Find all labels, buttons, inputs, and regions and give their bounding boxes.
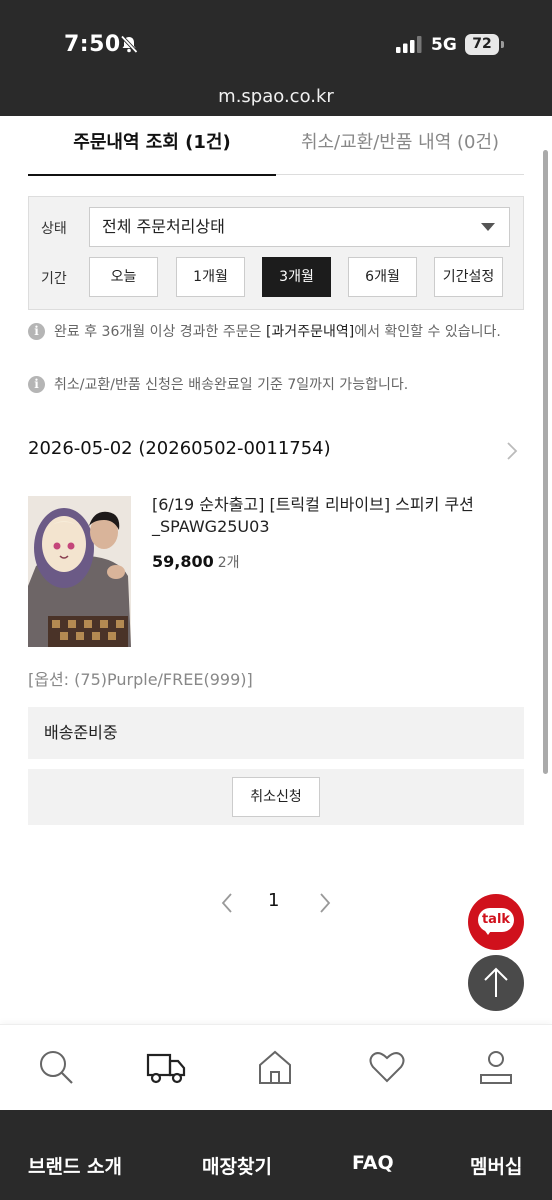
tab-order-history[interactable]: 주문내역 조회 (1건) — [28, 128, 276, 176]
footer-store-locator-link[interactable]: 매장찾기 — [202, 1152, 272, 1179]
top-bar: 7:50 5G 72 m.spao.co.kr — [0, 0, 552, 116]
chevron-right-icon — [507, 442, 518, 460]
pagination-next-icon[interactable] — [318, 892, 332, 914]
page: 7:50 5G 72 m.spao.co.kr 주문내역 조회 (1건) 취소/… — [0, 0, 552, 1200]
footer-membership-link[interactable]: 멤버십 — [470, 1152, 522, 1179]
status-filter-label: 상태 — [41, 221, 67, 237]
network-label: 5G — [431, 35, 457, 55]
notice-cancel-policy: i 취소/교환/반품 신청은 배송완료일 기준 7일까지 가능합니다. — [28, 373, 528, 397]
period-custom-button[interactable]: 기간설정 — [434, 257, 503, 297]
talk-chat-button[interactable]: talk — [468, 894, 524, 950]
footer-brand-link[interactable]: 브랜드 소개 — [28, 1152, 122, 1179]
url-bar[interactable]: m.spao.co.kr — [0, 86, 552, 107]
filter-panel: 상태 전체 주문처리상태 기간 오늘 1개월 3개월 6개월 기간설정 — [28, 196, 524, 310]
shipping-status: 배송준비중 — [28, 707, 524, 759]
past-orders-link[interactable]: [과거주문내역] — [266, 324, 354, 340]
signal-icon — [396, 36, 422, 53]
status-select[interactable]: 전체 주문처리상태 — [89, 207, 510, 247]
period-3month-button[interactable]: 3개월 — [262, 257, 331, 297]
product-image[interactable] — [28, 496, 131, 647]
product-quantity: 2개 — [217, 555, 240, 571]
tab-cancel-exchange-return[interactable]: 취소/교환/반품 내역 (0건) — [276, 128, 524, 175]
footer: 브랜드 소개 매장찾기 FAQ 멤버십 — [0, 1110, 552, 1200]
period-1month-button[interactable]: 1개월 — [176, 257, 245, 297]
truck-icon[interactable] — [146, 1047, 186, 1087]
page-scrollbar[interactable] — [543, 150, 548, 774]
info-icon: i — [28, 376, 45, 393]
period-6month-button[interactable]: 6개월 — [348, 257, 417, 297]
order-date-number: 2026-05-02 (20260502-0011754) — [28, 438, 331, 459]
dropdown-arrow-icon — [481, 223, 495, 231]
product-option: [옵션: (75)Purple/FREE(999)] — [28, 670, 253, 689]
scroll-to-top-button[interactable] — [468, 955, 524, 1011]
user-icon[interactable] — [476, 1047, 516, 1087]
order-header[interactable]: 2026-05-02 (20260502-0011754) — [28, 438, 524, 466]
status-select-value: 전체 주문처리상태 — [102, 217, 225, 236]
product-name[interactable]: [6/19 순차출고] [트릭컬 리바이브] 스피키 쿠션_SPAWG25U03 — [152, 494, 524, 538]
battery-indicator: 72 — [465, 34, 499, 55]
bell-muted-icon — [120, 35, 138, 54]
cancel-request-button[interactable]: 취소신청 — [232, 777, 320, 817]
bottom-nav — [0, 1024, 552, 1110]
search-icon[interactable] — [36, 1047, 76, 1087]
status-time: 7:50 — [64, 32, 121, 57]
pagination-current-page[interactable]: 1 — [268, 890, 279, 911]
arrow-up-icon — [484, 967, 508, 997]
product-price: 59,800 2개 — [152, 552, 240, 571]
info-icon: i — [28, 323, 45, 340]
period-filter-label: 기간 — [41, 271, 67, 287]
talk-bubble-tail — [483, 928, 493, 935]
heart-icon[interactable] — [367, 1047, 407, 1087]
order-actions: 취소신청 — [28, 769, 524, 825]
footer-faq-link[interactable]: FAQ — [352, 1152, 394, 1174]
battery-tip — [501, 41, 504, 48]
period-today-button[interactable]: 오늘 — [89, 257, 158, 297]
home-icon[interactable] — [255, 1047, 295, 1087]
notice-past-orders: i 완료 후 36개월 이상 경과한 주문은 [과거주문내역]에서 확인할 수 … — [28, 320, 528, 344]
pagination-prev-icon[interactable] — [220, 892, 234, 914]
